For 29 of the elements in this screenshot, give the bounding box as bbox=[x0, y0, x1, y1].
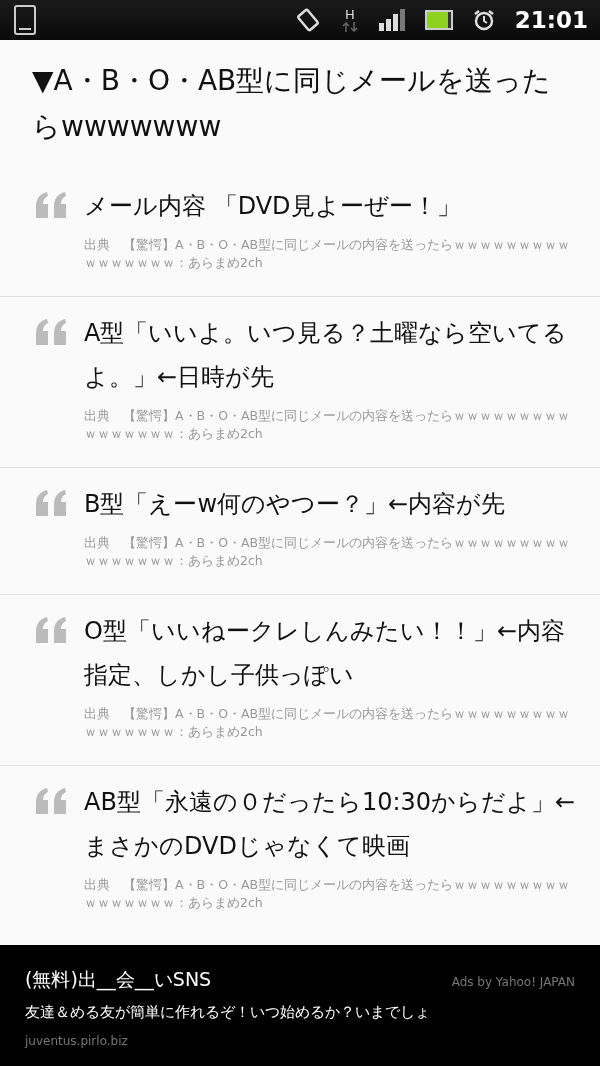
rotate-icon bbox=[294, 7, 321, 33]
battery-icon bbox=[424, 10, 453, 30]
quote-text: AB型「永遠の０だったら10:30からだよ」←まさかのDVDじゃなくて映画 bbox=[84, 787, 577, 862]
quote-mark-icon bbox=[34, 192, 68, 218]
source-text: 出典 【驚愕】A・B・O・AB型に同じメールの内容を送ったらｗｗｗｗｗｗｗｗｗｗｗｗｗｗｗｗ：あらまめ2ch bbox=[84, 876, 572, 912]
source-text: 出典 【驚愕】A・B・O・AB型に同じメールの内容を送ったらｗｗｗｗｗｗｗｗｗｗｗｗｗｗｗｗ：あらまめ2ch bbox=[84, 534, 572, 570]
alarm-clock-icon bbox=[472, 9, 495, 31]
tablet-icon bbox=[14, 5, 36, 35]
source-text: 出典 【驚愕】A・B・O・AB型に同じメールの内容を送ったらｗｗｗｗｗｗｗｗｗｗｗｗｗｗｗｗ：あらまめ2ch bbox=[84, 236, 572, 272]
data-arrows-icon bbox=[340, 20, 359, 33]
quote-text: B型「えーw何のやつー？」←内容が先 bbox=[84, 489, 507, 520]
clock-time: 21:01 bbox=[514, 7, 588, 33]
ad-title: (無料)出__会__いSNS bbox=[25, 967, 212, 993]
ad-credit: Ads by Yahoo! JAPAN bbox=[451, 975, 575, 989]
quote-mark-icon bbox=[34, 617, 68, 643]
source-text: 出典 【驚愕】A・B・O・AB型に同じメールの内容を送ったらｗｗｗｗｗｗｗｗｗｗｗｗｗｗｗｗ：あらまめ2ch bbox=[84, 705, 572, 741]
quote-text: O型「いいねークレしんみたい！！」←内容指定、しかし子供っぽい bbox=[84, 616, 566, 691]
article-title: ▼A・B・O・AB型に同じメールを送ったらwwwwwww bbox=[31, 63, 553, 145]
quote-mark-icon bbox=[34, 490, 68, 516]
signal-icon bbox=[378, 9, 405, 31]
network-type: H bbox=[344, 7, 355, 21]
ad-banner[interactable]: (無料)出__会__いSNS Ads by Yahoo! JAPAN 友達＆める友が簡単に作れるぞ！いつ始めるか？いまでしょ juventus.pirlo.biz bbox=[0, 945, 600, 1066]
quote-text: A型「いいよ。いつ見る？土曜なら空いてるよ。」←日時が先 bbox=[84, 318, 569, 393]
ad-text: 友達＆める友が簡単に作れるぞ！いつ始めるか？いまでしょ bbox=[25, 1003, 431, 1022]
source-text: 出典 【驚愕】A・B・O・AB型に同じメールの内容を送ったらｗｗｗｗｗｗｗｗｗｗｗｗｗｗｗｗ：あらまめ2ch bbox=[84, 407, 572, 443]
ad-url: juventus.pirlo.biz bbox=[25, 1034, 129, 1048]
quote-text: メール内容 「DVD見よーぜー！」 bbox=[84, 191, 462, 222]
quote-mark-icon bbox=[34, 788, 68, 814]
quote-mark-icon bbox=[34, 319, 68, 345]
